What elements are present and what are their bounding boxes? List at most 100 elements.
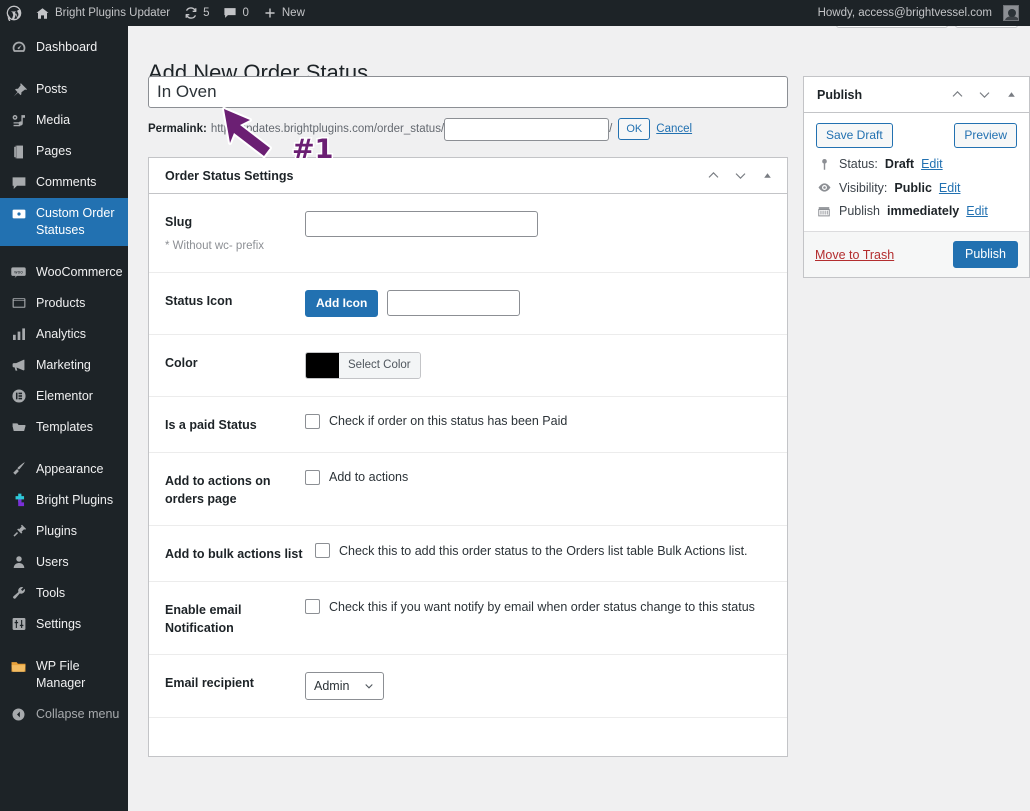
custom-order-statuses-icon xyxy=(9,205,28,222)
sidebar-item-label: Bright Plugins xyxy=(36,492,113,509)
field-label-status-icon: Status Icon xyxy=(165,290,305,310)
sidebar-item-media[interactable]: Media xyxy=(0,105,128,136)
pin-icon xyxy=(9,81,28,98)
calendar-icon xyxy=(816,204,832,218)
sidebar-item-marketing[interactable]: Marketing xyxy=(0,350,128,381)
status-icon-input[interactable] xyxy=(387,290,520,316)
post-title-input[interactable] xyxy=(157,80,779,104)
move-down-icon[interactable] xyxy=(974,85,994,105)
eye-icon xyxy=(816,180,832,195)
analytics-bars-icon xyxy=(9,326,28,343)
field-label-text: Slug xyxy=(165,215,192,229)
minor-publishing-actions: Save Draft Preview xyxy=(804,113,1029,157)
sidebar-item-posts[interactable]: Posts xyxy=(0,74,128,105)
new-content-label: New xyxy=(282,0,305,26)
new-content-menu[interactable]: New xyxy=(256,0,312,26)
file-manager-folder-icon xyxy=(9,658,28,675)
media-icon xyxy=(9,112,28,129)
sidebar-item-appearance[interactable]: Appearance xyxy=(0,454,128,485)
plug-icon xyxy=(9,523,28,540)
add-to-actions-checkbox-label: Add to actions xyxy=(329,470,408,484)
sidebar-item-label: Elementor xyxy=(36,388,93,405)
sidebar-item-label: Collapse menu xyxy=(36,706,119,723)
post-title-wrap[interactable] xyxy=(148,76,788,108)
sidebar-item-templates[interactable]: Templates xyxy=(0,412,128,443)
products-icon xyxy=(9,295,28,312)
email-recipient-select[interactable]: Admin xyxy=(305,672,384,700)
sidebar-item-label: Settings xyxy=(36,616,81,633)
toggle-panel-icon[interactable] xyxy=(757,166,777,186)
sidebar-item-tools[interactable]: Tools xyxy=(0,578,128,609)
sidebar-item-woocommerce[interactable]: woo WooCommerce xyxy=(0,257,128,288)
toggle-panel-icon[interactable] xyxy=(1001,85,1021,105)
sidebar-item-analytics[interactable]: Analytics xyxy=(0,319,128,350)
visibility-edit-link[interactable]: Edit xyxy=(939,181,961,195)
field-control-email-recipient: Admin xyxy=(305,672,771,700)
comments-menu[interactable]: 0 xyxy=(216,0,255,26)
sidebar-item-settings[interactable]: Settings xyxy=(0,609,128,640)
major-publishing-actions: Move to Trash Publish xyxy=(804,231,1029,277)
menu-separator xyxy=(0,640,128,651)
move-down-icon[interactable] xyxy=(730,166,750,186)
publish-metabox-title: Publish xyxy=(817,88,862,102)
move-up-icon[interactable] xyxy=(947,85,967,105)
publish-button[interactable]: Publish xyxy=(953,241,1018,268)
sidebar-item-comments[interactable]: Comments xyxy=(0,167,128,198)
permalink-cancel-link[interactable]: Cancel xyxy=(656,123,692,135)
field-label-text: Email recipient xyxy=(165,676,254,690)
sidebar-item-pages[interactable]: Pages xyxy=(0,136,128,167)
field-row-slug: Slug * Without wc- prefix xyxy=(149,194,787,273)
sidebar-item-label: Templates xyxy=(36,419,93,436)
permalink-ok-button[interactable]: OK xyxy=(618,118,650,140)
enable-email-notification-checkbox-label: Check this if you want notify by email w… xyxy=(329,600,755,614)
sidebar-item-users[interactable]: Users xyxy=(0,547,128,578)
move-to-trash-link[interactable]: Move to Trash xyxy=(815,248,894,262)
color-swatch xyxy=(306,353,339,378)
sidebar-item-label: Pages xyxy=(36,143,71,160)
sidebar-item-elementor[interactable]: Elementor xyxy=(0,381,128,412)
sidebar-item-bright-plugins[interactable]: Bright Plugins xyxy=(0,485,128,516)
save-draft-button[interactable]: Save Draft xyxy=(816,123,893,148)
my-account-menu[interactable]: Howdy, access@brightvessel.com xyxy=(811,0,1026,26)
field-row-add-to-actions: Add to actions on orders page Add to act… xyxy=(149,453,787,526)
post-status-edit-link[interactable]: Edit xyxy=(921,157,943,171)
post-status-prefix: Status: xyxy=(839,157,878,171)
field-label-text: Add to actions on orders page xyxy=(165,474,271,506)
metabox-header: Order Status Settings xyxy=(149,158,787,194)
sidebar-item-label: Posts xyxy=(36,81,67,98)
add-icon-button[interactable]: Add Icon xyxy=(305,290,378,317)
sidebar-item-plugins[interactable]: Plugins xyxy=(0,516,128,547)
is-paid-status-checkbox[interactable] xyxy=(305,414,320,429)
sidebar-item-wp-file-manager[interactable]: WP File Manager xyxy=(0,651,128,699)
enable-email-notification-checkbox[interactable] xyxy=(305,599,320,614)
metabox-handle-actions xyxy=(703,166,777,186)
sidebar-item-label: Users xyxy=(36,554,69,571)
sidebar-item-collapse-menu[interactable]: Collapse menu xyxy=(0,699,128,730)
field-row-color: Color Select Color xyxy=(149,335,787,397)
site-name-label: Bright Plugins Updater xyxy=(55,0,170,26)
field-control-status-icon: Add Icon xyxy=(305,290,771,317)
sidebar-item-products[interactable]: Products xyxy=(0,288,128,319)
field-label-text: Is a paid Status xyxy=(165,418,257,432)
sidebar-item-dashboard[interactable]: Dashboard xyxy=(0,32,128,63)
select-color-button[interactable]: Select Color xyxy=(305,352,421,379)
sidebar-item-label: Appearance xyxy=(36,461,103,478)
elementor-icon xyxy=(9,388,28,405)
sidebar-item-custom-order-statuses[interactable]: Custom Order Statuses xyxy=(0,198,128,246)
permalink-trailing-slash: / xyxy=(609,123,612,135)
comments-count: 0 xyxy=(242,0,248,26)
permalink-slug-input[interactable] xyxy=(444,118,609,141)
wordpress-logo-icon[interactable] xyxy=(0,0,28,26)
field-label-add-to-bulk-actions: Add to bulk actions list xyxy=(165,543,315,563)
move-up-icon[interactable] xyxy=(703,166,723,186)
menu-separator xyxy=(0,246,128,257)
updates-menu[interactable]: 5 xyxy=(177,0,216,26)
visibility-value: Public xyxy=(894,181,932,195)
preview-button[interactable]: Preview xyxy=(954,123,1017,148)
schedule-edit-link[interactable]: Edit xyxy=(966,204,988,218)
slug-input[interactable] xyxy=(305,211,538,237)
site-name-menu[interactable]: Bright Plugins Updater xyxy=(28,0,177,26)
add-to-bulk-actions-checkbox[interactable] xyxy=(315,543,330,558)
add-to-actions-checkbox[interactable] xyxy=(305,470,320,485)
email-recipient-value: Admin xyxy=(314,679,349,693)
